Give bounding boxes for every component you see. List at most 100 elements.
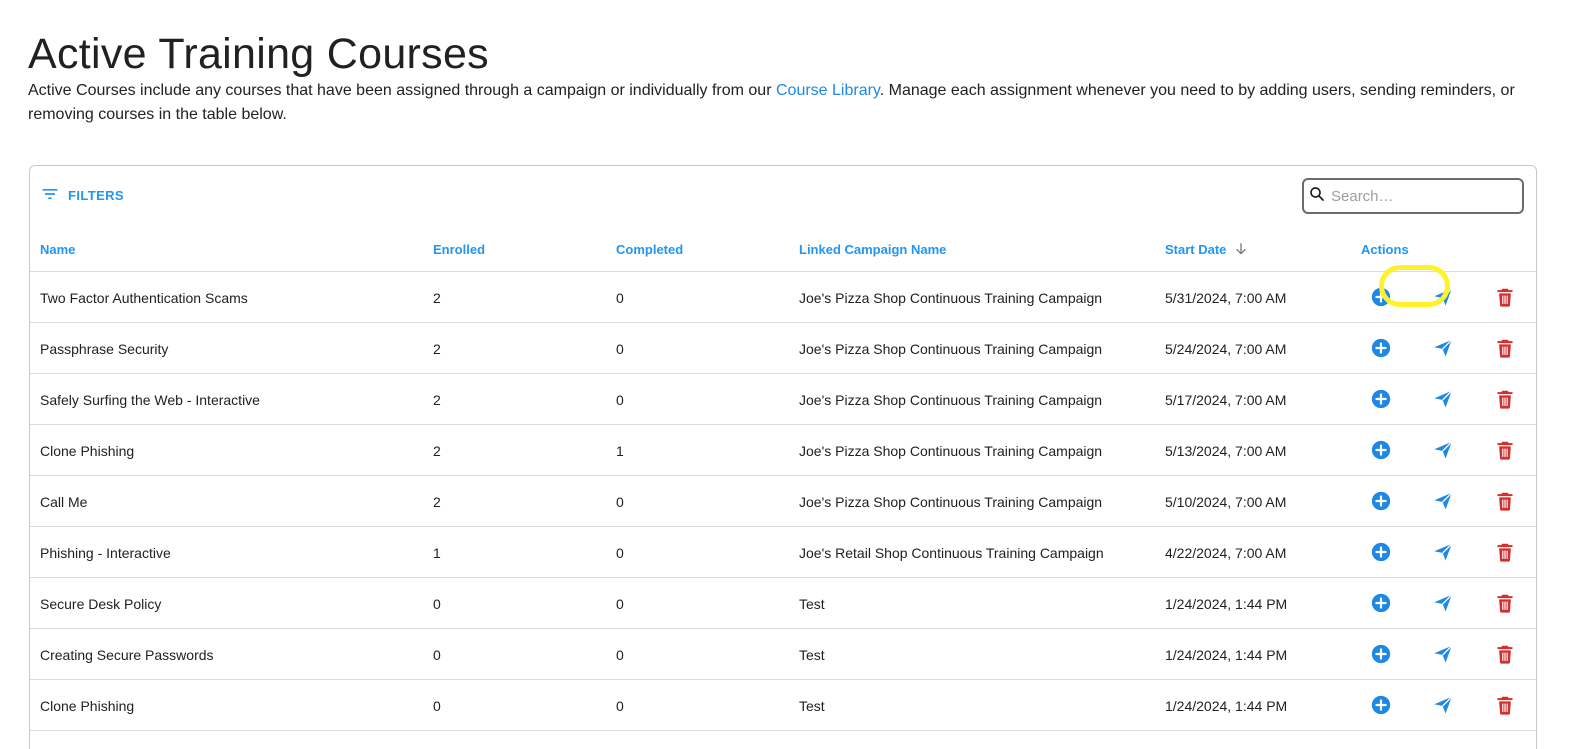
table-body: Two Factor Authentication Scams 2 0 Joe's P… xyxy=(30,272,1536,731)
start-date: 4/22/2024, 7:00 AM xyxy=(1165,544,1287,561)
table-header: Name Enrolled Completed Linked Campaign … xyxy=(30,226,1536,272)
start-date: 5/17/2024, 7:00 AM xyxy=(1165,391,1287,408)
search-box[interactable] xyxy=(1302,178,1524,214)
send-reminder-icon[interactable] xyxy=(1431,642,1455,666)
enrolled-count: 0 xyxy=(433,646,441,663)
course-name: Clone Phishing xyxy=(40,442,135,459)
course-name: Two Factor Authentication Scams xyxy=(40,289,248,306)
completed-count: 0 xyxy=(616,289,624,306)
enrolled-count: 2 xyxy=(433,289,441,306)
delete-icon[interactable] xyxy=(1493,438,1517,462)
completed-count: 0 xyxy=(616,544,624,561)
enrolled-count: 0 xyxy=(433,595,441,612)
courses-table-card: FILTERS Name Enrolled Completed Linked C… xyxy=(29,165,1537,749)
start-date: 1/24/2024, 1:44 PM xyxy=(1165,595,1288,612)
page-description: Active Courses include any courses that … xyxy=(28,79,1538,127)
course-name: Secure Desk Policy xyxy=(40,595,162,612)
linked-campaign-name: Joe's Pizza Shop Continuous Training Cam… xyxy=(799,391,1103,408)
enrolled-count: 2 xyxy=(433,391,441,408)
send-reminder-icon[interactable] xyxy=(1431,336,1455,360)
column-header-linked-campaign[interactable]: Linked Campaign Name xyxy=(799,226,946,272)
linked-campaign-name: Test xyxy=(799,595,825,612)
add-user-icon[interactable] xyxy=(1369,540,1393,564)
course-name: Phishing - Interactive xyxy=(40,544,171,561)
add-user-icon[interactable] xyxy=(1369,642,1393,666)
course-name: Clone Phishing xyxy=(40,697,135,714)
send-reminder-icon[interactable] xyxy=(1431,693,1455,717)
delete-icon[interactable] xyxy=(1493,489,1517,513)
table-row[interactable]: Creating Secure Passwords 0 0 Test 1/24/2024… xyxy=(30,629,1536,680)
column-header-enrolled[interactable]: Enrolled xyxy=(433,226,485,272)
delete-icon[interactable] xyxy=(1493,387,1517,411)
enrolled-count: 2 xyxy=(433,340,441,357)
send-reminder-icon[interactable] xyxy=(1431,540,1455,564)
course-name: Safely Surfing the Web - Interactive xyxy=(40,391,260,408)
delete-icon[interactable] xyxy=(1493,642,1517,666)
search-icon xyxy=(1308,185,1326,208)
search-input[interactable] xyxy=(1331,187,1521,205)
delete-icon[interactable] xyxy=(1493,693,1517,717)
start-date: 5/13/2024, 7:00 AM xyxy=(1165,442,1287,459)
table-toolbar: FILTERS xyxy=(30,166,1536,226)
column-header-actions: Actions xyxy=(1361,241,1409,257)
linked-campaign-name: Test xyxy=(799,646,825,663)
completed-count: 0 xyxy=(616,646,624,663)
sort-descending-icon xyxy=(1236,243,1247,255)
delete-icon[interactable] xyxy=(1493,591,1517,615)
table-row[interactable]: Clone Phishing 0 0 Test 1/24/2024, 1:44 PM xyxy=(30,680,1536,731)
course-name: Passphrase Security xyxy=(40,340,169,357)
table-row[interactable]: Phishing - Interactive 1 0 Joe's Retail Sho… xyxy=(30,527,1536,578)
start-date: 1/24/2024, 1:44 PM xyxy=(1165,697,1288,714)
linked-campaign-name: Joe's Retail Shop Continuous Training Ca… xyxy=(799,544,1104,561)
description-text-start: Active Courses include any courses that … xyxy=(28,82,776,99)
add-user-icon[interactable] xyxy=(1369,285,1393,309)
enrolled-count: 1 xyxy=(433,544,441,561)
start-date-header-label: Start Date xyxy=(1165,241,1227,257)
delete-icon[interactable] xyxy=(1493,336,1517,360)
delete-icon[interactable] xyxy=(1493,285,1517,309)
linked-campaign-name: Joe's Pizza Shop Continuous Training Cam… xyxy=(799,442,1103,459)
linked-campaign-name: Joe's Pizza Shop Continuous Training Cam… xyxy=(799,289,1103,306)
column-header-completed[interactable]: Completed xyxy=(616,226,683,272)
filters-button[interactable]: FILTERS xyxy=(40,185,124,205)
send-reminder-icon[interactable] xyxy=(1431,591,1455,615)
add-user-icon[interactable] xyxy=(1369,387,1393,411)
add-user-icon[interactable] xyxy=(1369,489,1393,513)
completed-count: 0 xyxy=(616,493,624,510)
start-date: 5/10/2024, 7:00 AM xyxy=(1165,493,1287,510)
table-row[interactable]: Safely Surfing the Web - Interactive 2 0 Jo… xyxy=(30,374,1536,425)
start-date: 1/24/2024, 1:44 PM xyxy=(1165,646,1288,663)
enrolled-count: 0 xyxy=(433,697,441,714)
send-reminder-icon[interactable] xyxy=(1431,387,1455,411)
add-user-icon[interactable] xyxy=(1369,336,1393,360)
course-name: Call Me xyxy=(40,493,88,510)
page-title: Active Training Courses xyxy=(28,30,489,78)
filters-label: FILTERS xyxy=(68,187,124,203)
completed-count: 0 xyxy=(616,697,624,714)
column-header-name[interactable]: Name xyxy=(40,226,75,272)
send-reminder-icon[interactable] xyxy=(1431,285,1455,309)
course-library-link[interactable]: Course Library xyxy=(776,82,880,99)
add-user-icon[interactable] xyxy=(1369,591,1393,615)
table-row[interactable]: Call Me 2 0 Joe's Pizza Shop Continuous Tra… xyxy=(30,476,1536,527)
completed-count: 1 xyxy=(616,442,624,459)
course-name: Creating Secure Passwords xyxy=(40,646,214,663)
delete-icon[interactable] xyxy=(1493,540,1517,564)
linked-campaign-name: Joe's Pizza Shop Continuous Training Cam… xyxy=(799,493,1103,510)
filter-icon xyxy=(40,184,60,207)
table-row[interactable]: Clone Phishing 2 1 Joe's Pizza Shop Continu… xyxy=(30,425,1536,476)
start-date: 5/31/2024, 7:00 AM xyxy=(1165,289,1287,306)
linked-campaign-name: Joe's Pizza Shop Continuous Training Cam… xyxy=(799,340,1103,357)
table-row[interactable]: Secure Desk Policy 0 0 Test 1/24/2024, 1:44 … xyxy=(30,578,1536,629)
page: Active Training Courses Active Courses i… xyxy=(0,0,1595,749)
send-reminder-icon[interactable] xyxy=(1431,438,1455,462)
send-reminder-icon[interactable] xyxy=(1431,489,1455,513)
add-user-icon[interactable] xyxy=(1369,693,1393,717)
completed-count: 0 xyxy=(616,391,624,408)
start-date: 5/24/2024, 7:00 AM xyxy=(1165,340,1287,357)
table-row[interactable]: Passphrase Security 2 0 Joe's Pizza Shop Co… xyxy=(30,323,1536,374)
add-user-icon[interactable] xyxy=(1369,438,1393,462)
table-row[interactable]: Two Factor Authentication Scams 2 0 Joe's P… xyxy=(30,272,1536,323)
column-header-start-date[interactable]: Start Date xyxy=(1165,226,1248,272)
completed-count: 0 xyxy=(616,595,624,612)
